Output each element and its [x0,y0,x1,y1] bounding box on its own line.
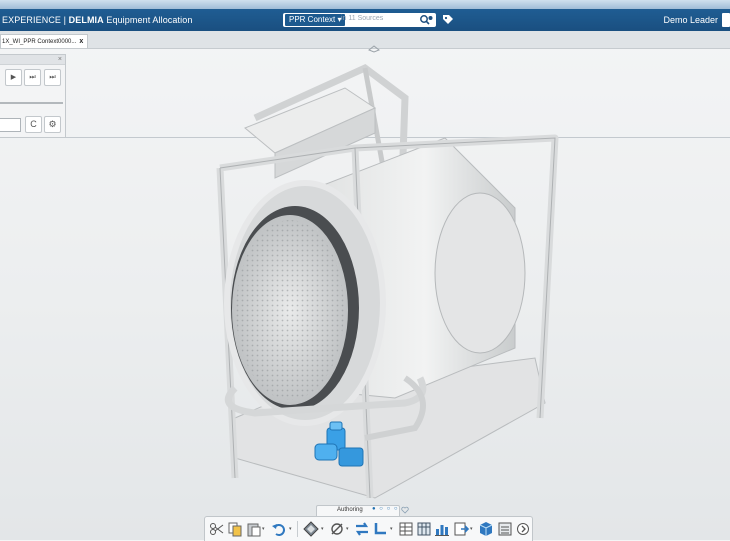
tab-ppr-context[interactable]: 1X_WI_PPR Context0000... x [0,34,89,48]
window-top-strip [0,0,730,9]
undo-menu-caret[interactable]: ▾ [289,526,293,532]
tab-label: 1X_WI_PPR Context0000... [2,39,77,45]
search-icon[interactable] [419,14,433,26]
export-icon[interactable] [453,521,469,537]
step-forward-button[interactable]: ⏭ [24,69,41,86]
list-icon[interactable] [497,521,513,537]
section-page-dots[interactable]: ● ○ ○ ○ [372,506,399,512]
tab-close-icon[interactable]: x [79,38,83,45]
panel-close-icon[interactable]: × [58,55,62,64]
snap-menu-caret[interactable]: ▾ [321,526,325,532]
export-menu-caret[interactable]: ▾ [470,526,474,532]
skip-end-button[interactable]: ⏭ [44,69,61,86]
panel-header: × [0,55,65,65]
route-icon[interactable] [373,521,389,537]
app-name: Equipment Allocation [103,15,193,25]
brand-prefix: EXPERIENCE | [2,15,69,25]
hide-show-menu-caret[interactable]: ▾ [346,526,350,532]
player-panel: × ▶ ⏭ ⏭ C ⚙ [0,54,66,138]
cut-icon[interactable] [209,521,225,537]
toolbar-separator [297,521,298,537]
user-avatar[interactable] [722,13,730,27]
authoring-label: Authoring [337,507,363,513]
context-dropdown[interactable]: PPR Context ▾ [285,14,346,26]
undo-icon[interactable] [271,521,287,537]
cube-icon[interactable] [478,521,494,537]
compass-icon[interactable] [368,45,380,53]
hide-show-icon[interactable] [329,521,345,537]
grid-icon[interactable] [416,521,432,537]
brand-delmia: DELMIA [68,15,104,25]
washing-machine-model[interactable] [195,58,565,508]
tag-icon[interactable] [441,13,455,27]
favorite-icon[interactable] [401,506,409,514]
bar-chart-icon[interactable] [434,521,450,537]
user-name[interactable]: Demo Leader [663,15,718,25]
search-box[interactable]: PPR Context ▾ in 11 Sources [283,13,436,27]
brand-title: EXPERIENCE | DELMIA Equipment Allocation [2,15,192,25]
copy-icon[interactable] [227,521,243,537]
paste-menu-caret[interactable]: ▾ [262,526,266,532]
settings-button[interactable]: ⚙ [44,116,61,133]
table-icon[interactable] [398,521,414,537]
panel-value-field[interactable] [0,118,21,132]
tab-bar: 1X_WI_PPR Context0000... x [0,31,730,49]
route-menu-caret[interactable]: ▾ [390,526,394,532]
transfer-icon[interactable] [354,521,370,537]
paste-icon[interactable] [246,521,262,537]
snap-icon[interactable] [303,521,319,537]
search-input[interactable]: in 11 Sources [341,15,383,22]
more-icon[interactable] [515,521,531,537]
panel-slider[interactable] [0,102,63,104]
play-button[interactable]: ▶ [5,69,22,86]
top-bar: EXPERIENCE | DELMIA Equipment Allocation… [0,9,730,31]
action-bar: ▾ ▾ ▾ ▾ ▾ ▾ [204,516,533,541]
refresh-button[interactable]: C [25,116,42,133]
